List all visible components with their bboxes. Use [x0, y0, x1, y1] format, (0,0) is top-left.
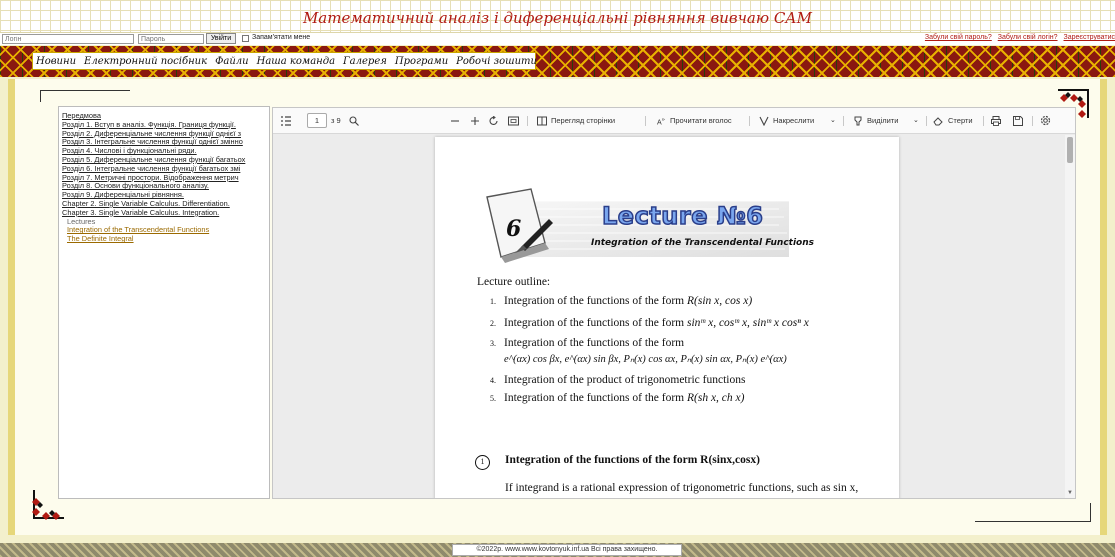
outline-text: Integration of the functions of the form — [504, 295, 687, 307]
scroll-down-icon[interactable]: ▼ — [1065, 487, 1075, 498]
forgot-password-link[interactable]: Забули свій пароль? — [925, 34, 992, 41]
site-title: Математичний аналіз і диференціальні рів… — [302, 9, 813, 27]
lecture-title: Lecture №6 — [601, 201, 764, 231]
scrollbar-thumb[interactable] — [1067, 137, 1073, 163]
section-heading: Integration of the functions of the form… — [505, 454, 760, 466]
draw-button[interactable]: Накреслити — [773, 115, 814, 126]
forgot-login-link[interactable]: Забули свій логін? — [998, 34, 1058, 41]
lecture-subtitle: Integration of the Transcendental Functi… — [591, 238, 814, 248]
table-of-contents: Передмова Розділ 1. Вступ в аналіз. Функ… — [58, 106, 270, 499]
draw-icon — [759, 116, 769, 126]
outline-formula: e^(αx) cos βx, e^(αx) sin βx, Pₙ(x) cos … — [504, 354, 787, 365]
toolbar-separator — [645, 116, 646, 126]
gear-icon[interactable] — [1040, 115, 1051, 126]
read-aloud-button[interactable]: Прочитати вголос — [670, 115, 732, 126]
outline-text: Integration of the functions of the form — [504, 317, 687, 329]
toolbar-separator — [983, 116, 984, 126]
section-number-badge: 1 — [475, 455, 490, 470]
save-icon[interactable] — [1013, 116, 1023, 126]
highlight-button[interactable]: Виділити — [867, 115, 898, 126]
pdf-page: 6 Lecture №6 Integration of the Transcen… — [435, 137, 899, 498]
toolbar-separator — [1032, 116, 1033, 126]
pdf-document-area[interactable]: 6 Lecture №6 Integration of the Transcen… — [273, 135, 1075, 498]
fit-page-icon[interactable] — [508, 116, 519, 126]
toc-item-definite-integral[interactable]: The Definite Integral — [67, 234, 266, 244]
nav-item-team[interactable]: Наша команда — [257, 56, 335, 67]
main-nav: Новини Електронний посібник Файли Наша к… — [32, 52, 537, 70]
chevron-down-icon[interactable]: ⌄ — [913, 115, 919, 126]
nav-item-e-textbook[interactable]: Електронний посібник — [84, 56, 207, 67]
outline-text: Integration of the functions of the form — [504, 392, 687, 404]
lecture-number: 6 — [506, 216, 522, 242]
read-aloud-icon: A» — [657, 117, 665, 127]
list-item: 5. Integration of the functions of the fo… — [490, 392, 744, 404]
outline-number: 5. — [490, 394, 496, 403]
list-item: 3. Integration of the functions of the fo… — [490, 337, 684, 349]
pdf-toolbar: 1 з 9 Перегляд сторінки A» Прочитати вго… — [273, 108, 1075, 134]
frame-corner-line — [40, 90, 41, 102]
toolbar-separator — [926, 116, 927, 126]
list-item: 2. Integration of the functions of the fo… — [490, 317, 809, 329]
account-links: Забули свій пароль? Забули свій логін? З… — [921, 34, 1115, 41]
pdf-viewer: 1 з 9 Перегляд сторінки A» Прочитати вго… — [272, 107, 1076, 499]
frame-corner-line — [975, 521, 1091, 522]
login-input[interactable] — [2, 34, 134, 44]
nav-item-workbooks[interactable]: Робочі зошити — [456, 56, 537, 67]
section-body: If integrand is a rational expression of… — [505, 482, 874, 498]
rotate-icon[interactable] — [489, 116, 499, 126]
highlight-icon — [854, 116, 862, 126]
nav-item-files[interactable]: Файли — [215, 56, 249, 67]
toolbar-separator — [749, 116, 750, 126]
register-link[interactable]: Зареєструватис — [1064, 34, 1115, 41]
copyright-notice: ©2022р. www.www.kovtonyuk.inf.ua Всі пра… — [452, 544, 682, 556]
plus-icon[interactable] — [470, 116, 480, 126]
login-button[interactable]: Увійти — [206, 33, 236, 44]
login-row: Увійти Запам'ятати мене Забули свій паро… — [0, 33, 1115, 45]
frame-corner-line — [1090, 503, 1091, 521]
remember-me-checkbox[interactable] — [242, 35, 249, 42]
list-item: e^(αx) cos βx, e^(αx) sin βx, Pₙ(x) cos … — [504, 353, 787, 365]
minus-icon[interactable] — [450, 116, 460, 126]
erase-button[interactable]: Стерти — [948, 115, 973, 126]
outline-number: 2. — [490, 319, 496, 328]
page-view-button[interactable]: Перегляд сторінки — [551, 115, 615, 126]
outline-formula: sinᵐ x, cosᵐ x, sinᵐ x cosⁿ x — [687, 317, 809, 329]
remember-me-label: Запам'ятати мене — [252, 34, 311, 41]
outline-heading: Lecture outline: — [477, 276, 551, 288]
print-icon[interactable] — [991, 116, 1001, 126]
search-icon[interactable] — [349, 116, 359, 126]
outline-text: Integration of the product of trigonomet… — [504, 374, 746, 386]
outline-number: 4. — [490, 376, 496, 385]
outline-formula: R(sin x, cos x) — [687, 295, 753, 307]
toc-icon[interactable] — [281, 116, 291, 126]
header-bar: Математичний аналіз і диференціальні рів… — [0, 0, 1115, 33]
outline-formula: R(sh x, ch x) — [687, 392, 745, 404]
nav-item-programs[interactable]: Програми — [395, 56, 448, 67]
nav-item-gallery[interactable]: Галерея — [343, 56, 387, 67]
list-item: 4. Integration of the product of trigonom… — [490, 374, 745, 386]
page-total: з 9 — [331, 116, 341, 125]
page-number-input[interactable]: 1 — [307, 113, 327, 128]
chevron-down-icon[interactable]: ⌄ — [830, 115, 836, 126]
toolbar-separator — [527, 116, 528, 126]
scrollbar-track[interactable] — [1065, 135, 1075, 498]
list-item: 1. Integration of the functions of the fo… — [490, 295, 752, 307]
password-input[interactable] — [138, 34, 204, 44]
outline-number: 3. — [490, 339, 496, 348]
eraser-icon — [933, 117, 943, 126]
outline-text: Integration of the functions of the form — [504, 337, 685, 349]
page-view-icon — [537, 116, 547, 126]
outline-number: 1. — [490, 297, 496, 306]
frame-corner-line — [40, 90, 130, 91]
toolbar-separator — [843, 116, 844, 126]
nav-item-news[interactable]: Новини — [36, 56, 76, 67]
